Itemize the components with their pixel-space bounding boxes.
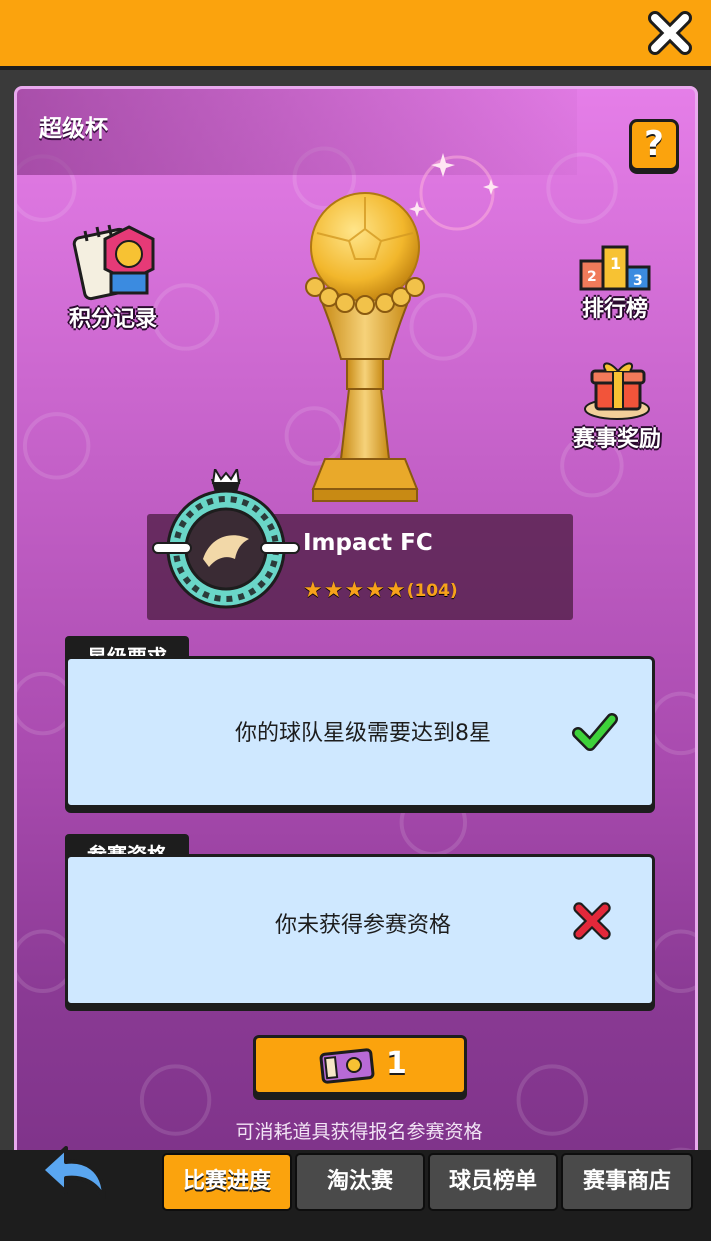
- rewards-label: 赛事奖励: [572, 427, 661, 452]
- eligibility-box: 你未获得参赛资格: [65, 854, 655, 1006]
- svg-text:3: 3: [633, 273, 643, 289]
- tab-player-ranking[interactable]: 球员榜单: [428, 1153, 558, 1211]
- svg-text:2: 2: [587, 269, 597, 285]
- top-bar: [0, 0, 711, 70]
- cup-panel: 超级杯 ? 积分记录 2 1 3 排行榜 赛事奖励 Impact FC ★ ★ …: [14, 86, 698, 1226]
- tab-match-progress[interactable]: 比赛进度: [162, 1153, 292, 1211]
- podium-icon: 2 1 3: [579, 245, 651, 291]
- help-button[interactable]: ?: [629, 119, 679, 171]
- tab-knockout[interactable]: 淘汰赛: [295, 1153, 425, 1211]
- sparkle-icon: [409, 153, 499, 231]
- eligibility-text: 你未获得参赛资格: [274, 913, 451, 938]
- points-record-label: 积分记录: [68, 307, 157, 332]
- leaderboard-label: 排行榜: [581, 297, 648, 322]
- page-title: 超级杯: [39, 116, 108, 142]
- star-requirement-box: 你的球队星级需要达到8星: [65, 656, 655, 808]
- team-rating-count: (104): [406, 581, 458, 601]
- scorebook-icon: [72, 224, 155, 301]
- rewards-button[interactable]: 赛事奖励: [561, 357, 673, 453]
- star-requirement-text: 你的球队星级需要达到8星: [235, 721, 491, 746]
- close-icon[interactable]: [647, 10, 693, 56]
- team-name: Impact FC: [303, 530, 433, 556]
- star-icon: ★: [303, 578, 323, 603]
- star-icon: ★: [385, 578, 406, 603]
- ticket-icon: [319, 1048, 375, 1084]
- gift-box-icon: [584, 362, 650, 420]
- star-icon: ★: [365, 578, 385, 603]
- star-icon: ★: [323, 578, 344, 603]
- star-icon: ★: [344, 578, 365, 603]
- ticket-hint-text: 可消耗道具获得报名参赛资格: [235, 1121, 483, 1143]
- back-arrow-icon[interactable]: [38, 1138, 112, 1206]
- team-badge-icon: [152, 469, 300, 609]
- ticket-count: 1: [386, 1046, 407, 1081]
- leaderboard-button[interactable]: 2 1 3 排行榜: [565, 239, 665, 323]
- svg-text:1: 1: [610, 254, 621, 273]
- main-frame: 超级杯 ? 积分记录 2 1 3 排行榜 赛事奖励 Impact FC ★ ★ …: [0, 70, 711, 1241]
- tab-event-shop[interactable]: 赛事商店: [561, 1153, 693, 1211]
- use-ticket-button[interactable]: 1: [253, 1035, 467, 1095]
- check-icon: [572, 713, 618, 751]
- cross-icon: [573, 902, 611, 940]
- team-star-rating: ★ ★ ★ ★ ★ (104): [303, 580, 458, 602]
- points-record-button[interactable]: 积分记录: [53, 217, 173, 333]
